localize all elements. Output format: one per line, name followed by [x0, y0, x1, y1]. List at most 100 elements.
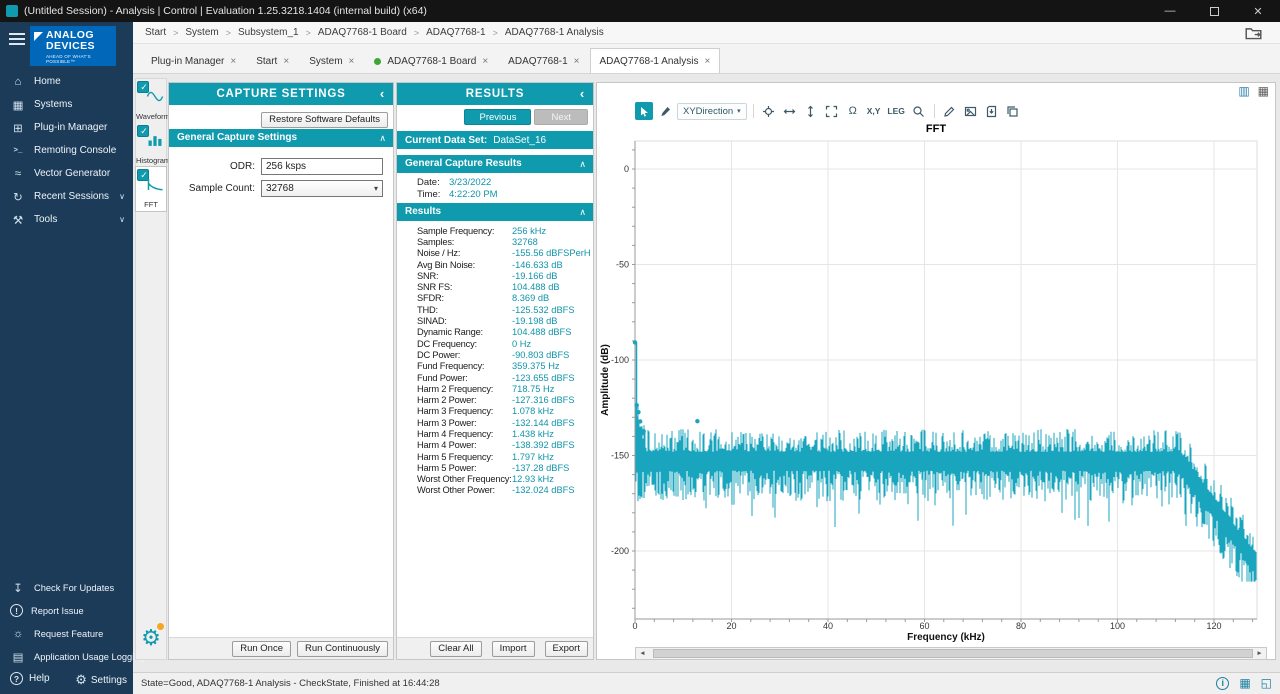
zoom-icon[interactable] [910, 102, 928, 120]
collapse-section-icon[interactable]: ∧ [579, 155, 586, 173]
tab-system[interactable]: System× [299, 48, 364, 73]
pointer-tool-icon[interactable] [635, 102, 653, 120]
breadcrumb-item[interactable]: ADAQ7768-1 Board [318, 27, 407, 38]
tab-close-icon[interactable]: × [482, 56, 488, 67]
scroll-left-icon[interactable]: ◄ [636, 648, 649, 659]
tab-close-icon[interactable]: × [230, 56, 236, 67]
xy-coordinates-icon[interactable]: X,Y [865, 106, 883, 116]
clear-all-button[interactable]: Clear All [430, 641, 481, 657]
chart-horizontal-scrollbar[interactable]: ◄ ► [635, 647, 1267, 660]
analysis-strip-item-waveform[interactable]: Waveform [136, 79, 166, 123]
sidebar-item-systems[interactable]: ▦Systems [0, 93, 133, 116]
home-icon: ⌂ [10, 76, 26, 88]
odr-input[interactable] [261, 158, 383, 175]
save-image-icon[interactable] [962, 102, 980, 120]
tab-close-icon[interactable]: × [704, 56, 710, 67]
collapse-panel-icon[interactable]: ‹ [380, 83, 385, 105]
table-row: DC Power:-90.803 dBFS [417, 349, 590, 360]
sidebar-item-remoting-console[interactable]: >_Remoting Console [0, 139, 133, 162]
tab-adaq7768-1-board[interactable]: ADAQ7768-1 Board× [364, 48, 498, 73]
sample-count-dropdown[interactable]: 32768 ▾ [261, 180, 383, 197]
scrollbar-thumb[interactable] [653, 649, 1253, 658]
analysis-settings-gear-icon[interactable]: ⚙ [136, 625, 166, 651]
copy-icon[interactable] [1004, 102, 1022, 120]
sidebar-item-settings[interactable]: ⚙ Settings [75, 672, 127, 688]
restore-software-defaults-button[interactable]: Restore Software Defaults [261, 112, 388, 128]
tab-start[interactable]: Start× [246, 48, 299, 73]
sidebar-item-tools[interactable]: ⚒Tools∨ [0, 208, 133, 231]
general-capture-settings-bar[interactable]: General Capture Settings ∧ [169, 129, 393, 147]
import-button[interactable]: Import [492, 641, 535, 657]
result-value: -132.144 dBFS [512, 418, 575, 428]
tab-strip: Plug-in Manager×Start×System×ADAQ7768-1 … [133, 44, 1280, 74]
load-session-icon[interactable] [1245, 25, 1262, 43]
resize-corner-icon[interactable]: ◱ [1261, 676, 1272, 690]
result-label: SNR: [417, 271, 512, 281]
close-button[interactable]: ✕ [1236, 0, 1280, 22]
breadcrumb-item[interactable]: ADAQ7768-1 Analysis [505, 27, 604, 38]
legend-toggle-icon[interactable]: LEG [885, 106, 906, 116]
breadcrumb-item[interactable]: Subsystem_1 [238, 27, 299, 38]
updates-icon: ↧ [10, 581, 26, 595]
info-icon[interactable]: i [1216, 677, 1229, 690]
result-value: -155.56 dBFSPerHz [512, 248, 590, 258]
sidebar-item-application-usage-logging[interactable]: ▤Application Usage Logging [0, 645, 133, 668]
sidebar-item-report-issue[interactable]: !Report Issue [0, 599, 133, 622]
breadcrumb-item[interactable]: Start [145, 27, 166, 38]
breadcrumb-item[interactable]: System [185, 27, 218, 38]
table-row: Fund Frequency:359.375 Hz [417, 361, 590, 372]
tab-close-icon[interactable]: × [349, 56, 355, 67]
omega-units-icon[interactable]: Ω [844, 102, 862, 120]
breadcrumb-item[interactable]: ADAQ7768-1 [426, 27, 485, 38]
sidebar-item-check-for-updates[interactable]: ↧Check For Updates [0, 576, 133, 599]
analysis-strip-item-histogram[interactable]: Histogram [136, 123, 166, 167]
fft-plot[interactable]: 0204060801001200-50-100-150-200Frequency… [597, 129, 1277, 645]
result-label: Sample Frequency: [417, 226, 512, 236]
collapse-section-icon[interactable]: ∧ [379, 129, 386, 147]
hamburger-menu-icon[interactable] [9, 33, 25, 48]
sidebar-item-vector-generator[interactable]: ≈Vector Generator [0, 162, 133, 185]
tab-close-icon[interactable]: × [283, 56, 289, 67]
tab-close-icon[interactable]: × [574, 56, 580, 67]
maximize-button[interactable] [1192, 0, 1236, 22]
result-value: -138.392 dBFS [512, 440, 575, 450]
results-section-bar[interactable]: Results ∧ [397, 203, 593, 221]
sidebar-item-help[interactable]: ? Help [10, 672, 50, 685]
table-row: SNR:-19.166 dB [417, 270, 590, 281]
xydirection-dropdown[interactable]: XYDirection ▾ [677, 103, 747, 120]
dock-panel-icon[interactable]: ▥ [1238, 84, 1249, 98]
svg-text:0: 0 [632, 621, 637, 631]
export-button[interactable]: Export [545, 641, 588, 657]
fit-to-view-icon[interactable] [823, 102, 841, 120]
vertical-pan-icon[interactable] [802, 102, 820, 120]
run-continuously-button[interactable]: Run Continuously [297, 641, 388, 657]
grid-view-icon[interactable]: ▦ [1258, 84, 1269, 98]
tab-adaq7768-1[interactable]: ADAQ7768-1× [498, 48, 589, 73]
table-row: SINAD:-19.198 dB [417, 315, 590, 326]
analysis-strip-item-fft[interactable]: FFT [136, 167, 166, 211]
svg-text:-100: -100 [611, 355, 629, 365]
crosshair-icon[interactable] [760, 102, 778, 120]
scroll-right-icon[interactable]: ► [1253, 648, 1266, 659]
result-value: 256 kHz [512, 226, 546, 236]
tab-plug-in-manager[interactable]: Plug-in Manager× [141, 48, 246, 73]
next-dataset-button[interactable]: Next [534, 109, 588, 125]
collapse-section-icon[interactable]: ∧ [579, 203, 586, 221]
general-capture-results-bar[interactable]: General Capture Results ∧ [397, 155, 593, 173]
event-log-icon[interactable]: ▦ [1239, 676, 1250, 690]
export-data-icon[interactable] [983, 102, 1001, 120]
collapse-panel-icon[interactable]: ‹ [580, 83, 585, 105]
horizontal-pan-icon[interactable] [781, 102, 799, 120]
sidebar-item-recent-sessions[interactable]: ↻Recent Sessions∨ [0, 185, 133, 208]
sidebar-item-plug-in-manager[interactable]: ⊞Plug-in Manager [0, 116, 133, 139]
sidebar-item-home[interactable]: ⌂ Home [0, 70, 133, 93]
run-once-button[interactable]: Run Once [232, 641, 291, 657]
sidebar-item-label: Home [34, 76, 61, 87]
svg-text:Amplitude (dB): Amplitude (dB) [600, 344, 611, 416]
brush-tool-icon[interactable] [656, 102, 674, 120]
sidebar-item-request-feature[interactable]: ☼Request Feature [0, 622, 133, 645]
previous-dataset-button[interactable]: Previous [464, 109, 531, 125]
tab-adaq7768-1-analysis[interactable]: ADAQ7768-1 Analysis× [590, 48, 721, 73]
minimize-button[interactable]: — [1148, 0, 1192, 22]
annotate-pencil-icon[interactable] [941, 102, 959, 120]
